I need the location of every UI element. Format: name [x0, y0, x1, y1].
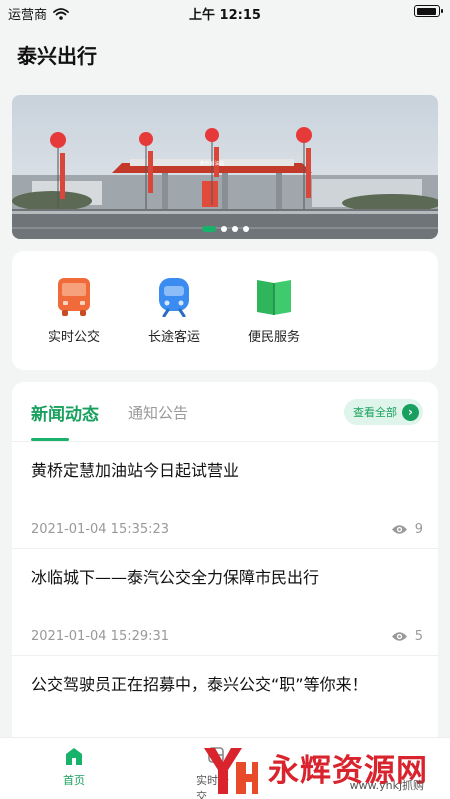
chevron-right-icon: ›: [402, 403, 419, 421]
service-realtime-bus[interactable]: 实时公交: [24, 251, 124, 370]
home-icon: [66, 748, 82, 765]
nav-home[interactable]: 首页: [56, 746, 92, 788]
battery-icon: [414, 5, 443, 17]
carousel-indicator: [12, 226, 438, 232]
service-long-distance[interactable]: 长途客运: [124, 251, 224, 370]
service-label: 长途客运: [147, 330, 200, 345]
service-label: 便民服务: [247, 330, 300, 345]
news-title: 黄桥定慧加油站今日起试营业: [31, 461, 240, 480]
news-views: 5: [391, 629, 423, 644]
carousel-dot[interactable]: [220, 226, 227, 232]
view-all-label: 查看全部: [353, 406, 397, 419]
carousel-dot[interactable]: [201, 226, 216, 232]
news-tabs: 新闻动态 通知公告 查看全部 ›: [12, 382, 438, 442]
views-count: 9: [414, 522, 423, 537]
status-bar: 运营商 上午 12:15: [0, 0, 450, 24]
news-views: 9: [391, 522, 423, 537]
status-time: 上午 12:15: [189, 8, 261, 23]
book-icon: [257, 280, 291, 315]
service-convenience[interactable]: 便民服务: [224, 251, 324, 370]
train-icon: [159, 278, 189, 317]
watermark-logo-icon: [204, 747, 258, 794]
watermark: 永辉资源网 www.yhkj抓购: [200, 742, 450, 799]
news-item[interactable]: 冰临城下——泰汽公交全力保障市民出行 2021-01-04 15:29:31 5: [12, 549, 438, 656]
news-title: 公交驾驶员正在招募中，泰兴公交“职”等你来！: [31, 675, 368, 694]
banner-carousel[interactable]: 黄桥加油站: [12, 95, 438, 239]
service-label: 实时公交: [47, 330, 100, 345]
news-date: 2021-01-04 15:29:31: [31, 629, 170, 644]
page-title: 泰兴出行: [17, 44, 97, 68]
carousel-dot[interactable]: [231, 226, 238, 232]
news-item[interactable]: 黄桥定慧加油站今日起试营业 2021-01-04 15:35:23 9: [12, 442, 438, 549]
news-date: 2021-01-04 15:35:23: [31, 522, 170, 537]
eye-icon: [391, 525, 407, 534]
eye-icon: [391, 632, 407, 641]
carousel-dot[interactable]: [242, 226, 249, 232]
tab-underline: [31, 438, 69, 441]
services-card: 实时公交 长途客运 便民服务: [12, 251, 438, 370]
bus-icon: [58, 278, 90, 316]
nav-home-label: 首页: [63, 774, 85, 787]
banner-sign-text: 黄桥加油站: [199, 160, 224, 167]
view-all-button[interactable]: 查看全部 ›: [344, 399, 423, 425]
banner-image: 黄桥加油站: [12, 95, 438, 239]
tab-notices[interactable]: 通知公告: [128, 402, 188, 423]
news-title: 冰临城下——泰汽公交全力保障市民出行: [31, 568, 320, 587]
tab-news[interactable]: 新闻动态: [31, 400, 99, 425]
watermark-url: www.yhkj抓购: [349, 779, 424, 792]
views-count: 5: [414, 629, 423, 644]
